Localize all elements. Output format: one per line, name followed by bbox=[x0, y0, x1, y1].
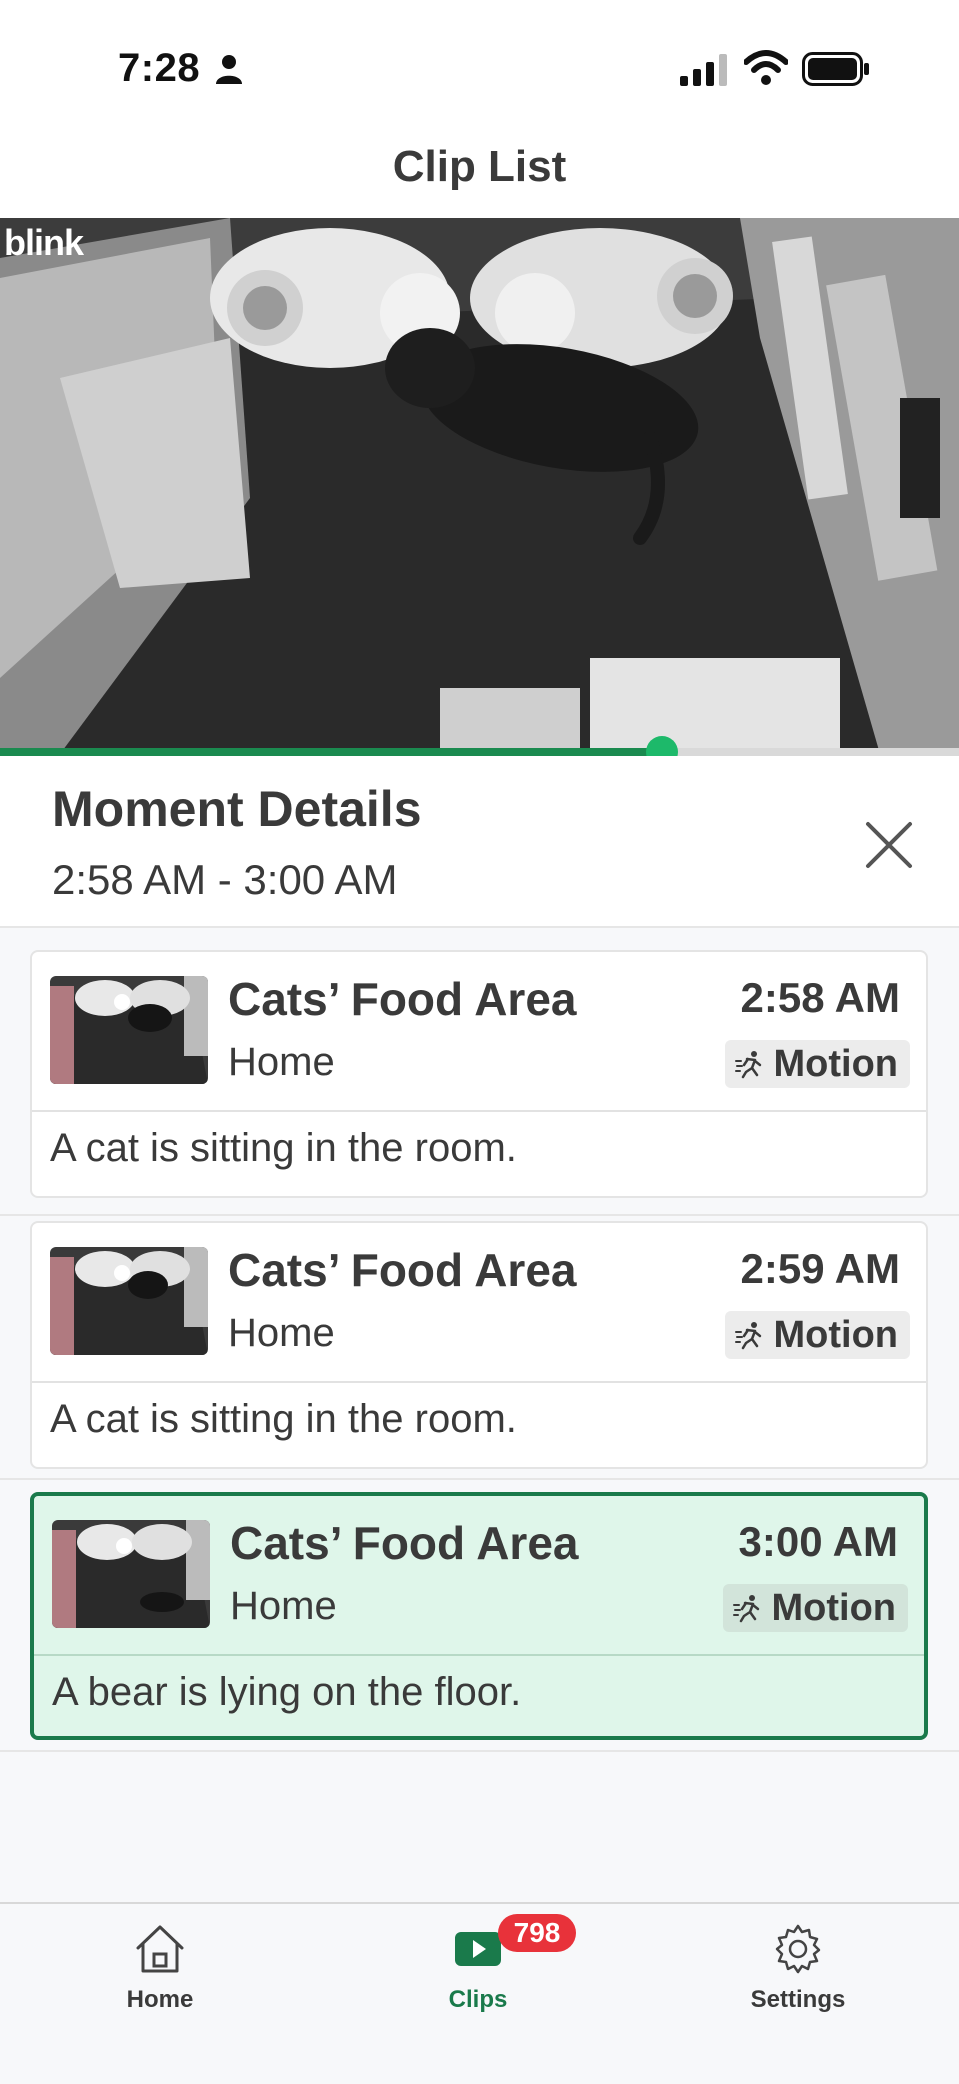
settings-gear-icon bbox=[775, 1924, 821, 1974]
page-title: Clip List bbox=[392, 142, 567, 191]
event-type-badge: Motion bbox=[725, 1040, 910, 1088]
clips-play-icon bbox=[455, 1932, 501, 1966]
tab-home-label: Home bbox=[126, 1986, 194, 2013]
moment-details-header: Moment Details 2:58 AM - 3:00 AM bbox=[0, 756, 959, 928]
wifi-icon bbox=[744, 50, 788, 85]
clip-thumbnail bbox=[50, 1247, 208, 1355]
tab-settings[interactable]: Settings bbox=[698, 1916, 898, 2036]
clip-description: A cat is sitting in the room. bbox=[50, 1126, 517, 1170]
event-type-label: Motion bbox=[773, 1042, 898, 1085]
event-type-label: Motion bbox=[771, 1586, 896, 1629]
home-icon bbox=[136, 1925, 184, 1973]
clip-description: A cat is sitting in the room. bbox=[50, 1397, 517, 1441]
clip-card-selected[interactable]: Cats’ Food Area Home 3:00 AM Motion A be… bbox=[30, 1492, 928, 1740]
camera-name: Cats’ Food Area bbox=[228, 1244, 577, 1296]
camera-location: Home bbox=[230, 1584, 337, 1628]
card-divider bbox=[32, 1110, 926, 1112]
playback-progress-fill bbox=[0, 748, 662, 756]
tab-bar: Home Clips 798 Settings bbox=[0, 1902, 959, 2084]
tab-clips-label: Clips bbox=[448, 1986, 508, 2013]
motion-icon bbox=[735, 1322, 762, 1350]
event-type-label: Motion bbox=[773, 1313, 898, 1356]
person-icon bbox=[216, 55, 242, 84]
clip-thumbnail bbox=[52, 1520, 210, 1628]
card-divider bbox=[32, 1381, 926, 1383]
camera-location: Home bbox=[228, 1040, 335, 1084]
header: Clip List bbox=[0, 120, 959, 218]
clip-card[interactable]: Cats’ Food Area Home 2:58 AM Motion A ca… bbox=[30, 950, 928, 1198]
battery-icon bbox=[802, 52, 869, 86]
camera-name: Cats’ Food Area bbox=[228, 973, 577, 1025]
blink-watermark: blink bbox=[4, 222, 84, 263]
camera-name: Cats’ Food Area bbox=[230, 1517, 579, 1569]
motion-icon bbox=[733, 1595, 760, 1623]
clip-time: 2:59 AM bbox=[740, 1245, 901, 1292]
tab-home[interactable]: Home bbox=[60, 1916, 260, 2036]
clip-time: 2:58 AM bbox=[740, 974, 901, 1021]
status-bar: 7:28 bbox=[0, 0, 959, 120]
close-icon[interactable] bbox=[862, 818, 916, 872]
event-type-badge: Motion bbox=[723, 1584, 908, 1632]
clip-time: 3:00 AM bbox=[738, 1518, 899, 1565]
motion-icon bbox=[735, 1051, 762, 1079]
clip-thumbnail bbox=[50, 976, 208, 1084]
moment-time-range: 2:58 AM - 3:00 AM bbox=[52, 856, 398, 903]
camera-location: Home bbox=[228, 1311, 335, 1355]
signal-icon bbox=[680, 54, 727, 86]
tab-settings-label: Settings bbox=[750, 1986, 846, 2013]
status-time: 7:28 bbox=[118, 46, 201, 90]
list-separator bbox=[0, 1750, 959, 1752]
list-separator bbox=[0, 1478, 959, 1480]
video-player[interactable] bbox=[0, 218, 959, 754]
clips-count-badge: 798 bbox=[498, 1914, 576, 1952]
event-type-badge: Motion bbox=[725, 1311, 910, 1359]
clip-description: A bear is lying on the floor. bbox=[52, 1670, 522, 1714]
clip-card[interactable]: Cats’ Food Area Home 2:59 AM Motion A ca… bbox=[30, 1221, 928, 1469]
list-separator bbox=[0, 1214, 959, 1216]
tab-clips[interactable]: Clips 798 bbox=[378, 1914, 578, 2036]
moment-details-title: Moment Details bbox=[52, 781, 422, 837]
card-divider bbox=[34, 1654, 924, 1656]
